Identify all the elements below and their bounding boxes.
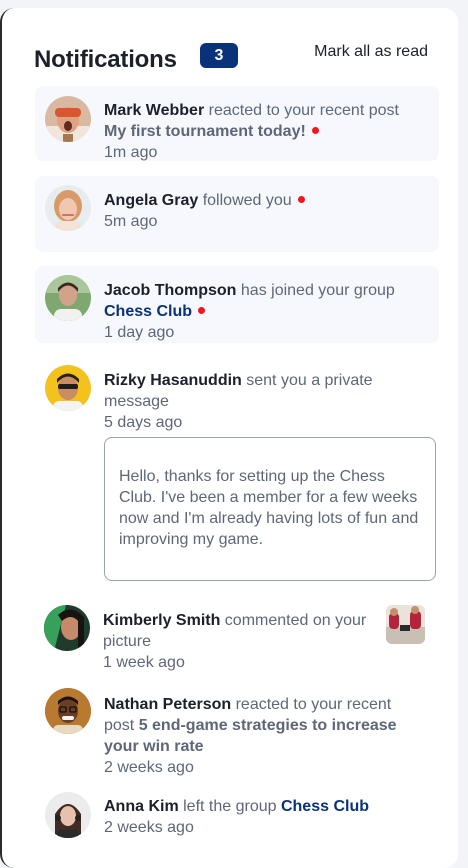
private-message-preview[interactable]: Hello, thanks for setting up the Chess C…	[104, 437, 436, 581]
chess-picture-thumbnail-icon[interactable]	[386, 605, 425, 644]
unread-dot-icon	[311, 127, 319, 134]
notification-text: Nathan Peterson reacted to your recent p…	[104, 694, 425, 757]
anna-kim-avatar-icon[interactable]	[45, 792, 91, 838]
notification-group-link[interactable]: Chess Club	[281, 798, 369, 815]
page-title: Notifications	[34, 46, 177, 73]
notification-time: 2 weeks ago	[104, 819, 194, 836]
notification-time: 2 weeks ago	[104, 759, 194, 776]
notification-item[interactable]: Anna Kim left the group Chess Club 2 wee…	[35, 782, 439, 852]
kimberly-smith-avatar-icon[interactable]	[44, 605, 90, 651]
notification-item[interactable]: Jacob Thompson has joined your group Che…	[35, 266, 439, 343]
notification-text: Kimberly Smith commented on your picture	[103, 610, 383, 652]
notification-action: reacted to your recent post	[204, 102, 399, 119]
notification-group-link[interactable]: Chess Club	[104, 303, 192, 320]
notification-time: 5m ago	[104, 213, 158, 230]
mark-webber-avatar-icon[interactable]	[45, 96, 91, 142]
notification-user-name[interactable]: Rizky Hasanuddin	[104, 372, 242, 389]
notification-time: 1 week ago	[103, 654, 185, 671]
notification-user-name[interactable]: Anna Kim	[104, 798, 179, 815]
notification-item[interactable]: Angela Gray followed you 5m ago	[35, 176, 439, 252]
notification-text: Rizky Hasanuddin sent you a private mess…	[104, 370, 425, 412]
notification-user-name[interactable]: Kimberly Smith	[103, 612, 220, 629]
notification-action: left the group	[178, 798, 281, 815]
mark-all-as-read-button[interactable]: Mark all as read	[314, 43, 428, 61]
nathan-peterson-avatar-icon[interactable]	[45, 688, 91, 734]
unread-dot-icon	[297, 196, 305, 203]
notification-user-name[interactable]: Angela Gray	[104, 192, 198, 209]
rizky-hasanuddin-avatar-icon[interactable]	[45, 365, 91, 411]
notification-time: 1 day ago	[104, 324, 175, 341]
notification-text: Anna Kim left the group Chess Club	[104, 796, 425, 817]
notification-post-link[interactable]: 5 end-game strategies to increase your w…	[104, 717, 397, 755]
notification-text: Mark Webber reacted to your recent post …	[104, 100, 425, 142]
notification-time: 1m ago	[104, 144, 158, 161]
notification-user-name[interactable]: Nathan Peterson	[104, 696, 231, 713]
unread-count-badge: 3	[200, 43, 238, 68]
unread-dot-icon	[198, 307, 206, 314]
notification-item[interactable]: Rizky Hasanuddin sent you a private mess…	[35, 356, 439, 438]
notification-item[interactable]: Kimberly Smith commented on your picture…	[35, 598, 439, 671]
notification-action: has joined your group	[236, 282, 395, 299]
notification-time: 5 days ago	[104, 414, 183, 431]
notification-item[interactable]: Mark Webber reacted to your recent post …	[35, 86, 439, 161]
notification-user-name[interactable]: Mark Webber	[104, 102, 204, 119]
notification-text: Angela Gray followed you	[104, 190, 425, 211]
notifications-card: Notifications Mark all as read 3 Mark We…	[0, 8, 458, 868]
notification-post-link[interactable]: My first tournament today!	[104, 123, 306, 140]
notification-action: followed you	[198, 192, 292, 209]
notification-text: Jacob Thompson has joined your group Che…	[104, 280, 425, 322]
angela-gray-avatar-icon[interactable]	[45, 185, 91, 231]
notification-item[interactable]: Nathan Peterson reacted to your recent p…	[35, 678, 439, 776]
notification-user-name[interactable]: Jacob Thompson	[104, 282, 236, 299]
jacob-thompson-avatar-icon[interactable]	[45, 275, 91, 321]
